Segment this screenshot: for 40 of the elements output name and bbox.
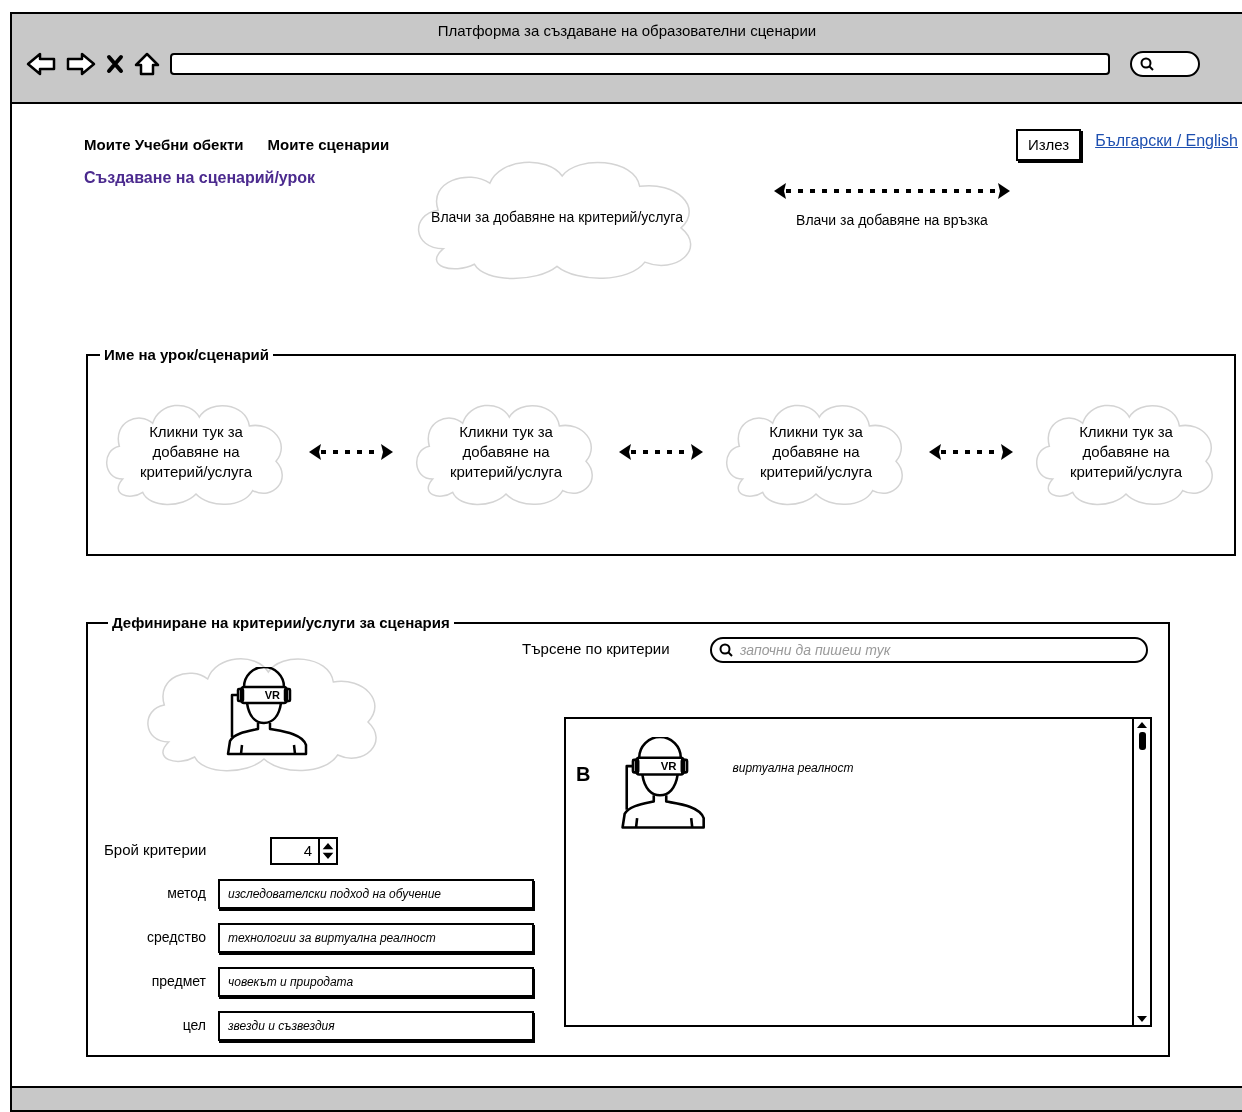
stepper-arrows-icon[interactable] xyxy=(318,838,336,863)
index-letter: В xyxy=(576,761,591,787)
language-link[interactable]: Български / English xyxy=(1095,129,1238,153)
double-arrow-icon xyxy=(927,441,1015,463)
home-icon[interactable] xyxy=(134,51,160,76)
field-label: предмет xyxy=(150,972,207,991)
scroll-up-arrow-icon[interactable] xyxy=(1136,720,1148,729)
link-hint: Влачи за добавяне на връзка xyxy=(796,211,988,230)
search-button[interactable] xyxy=(1130,50,1200,77)
page-title: Създаване на сценарий/урок xyxy=(84,168,317,188)
close-icon[interactable] xyxy=(106,53,124,74)
section-legend: Име на урок/сценарий xyxy=(100,344,273,367)
nav-link[interactable]: Моите Учебни обекти xyxy=(84,133,244,157)
section-legend: Дефиниране на критерии/услуги за сценария xyxy=(108,612,454,635)
double-arrow-icon xyxy=(617,441,705,463)
scroll-thumb[interactable] xyxy=(1138,731,1146,750)
search-label: Търсене по критерии xyxy=(522,639,671,660)
text-field[interactable]: човекът и природата xyxy=(218,966,534,997)
result-title[interactable]: виртуална реалност xyxy=(732,758,854,777)
field-label: Брой критерии xyxy=(104,840,208,861)
text-field[interactable]: технологии за виртуална реалност xyxy=(218,922,534,953)
address-bar[interactable] xyxy=(170,52,1110,75)
back-icon[interactable] xyxy=(26,51,56,76)
field-label: средство xyxy=(146,928,207,947)
text-field[interactable]: изследователски подход на обучение xyxy=(218,878,534,909)
window-title: Платформа за създаване на образователни сценарии xyxy=(437,21,817,41)
double-arrow-icon xyxy=(772,180,1012,202)
search-icon xyxy=(719,642,733,657)
field-label: метод xyxy=(166,884,207,903)
nav-link[interactable]: Моите сценарии xyxy=(267,133,390,157)
search-field[interactable]: започни да пишеш тук xyxy=(710,636,1148,663)
text-field[interactable]: звезди и съзвездия xyxy=(218,1010,534,1041)
forward-icon[interactable] xyxy=(66,51,96,76)
double-arrow-icon xyxy=(307,441,395,463)
field-label: цел xyxy=(181,1016,207,1035)
scroll-down-arrow-icon[interactable] xyxy=(1136,1014,1148,1023)
search-icon xyxy=(1140,56,1154,71)
number-stepper[interactable]: 4 xyxy=(270,836,338,865)
logout-button[interactable]: Излез xyxy=(1016,128,1082,162)
scrollbar[interactable] xyxy=(1132,718,1150,1025)
